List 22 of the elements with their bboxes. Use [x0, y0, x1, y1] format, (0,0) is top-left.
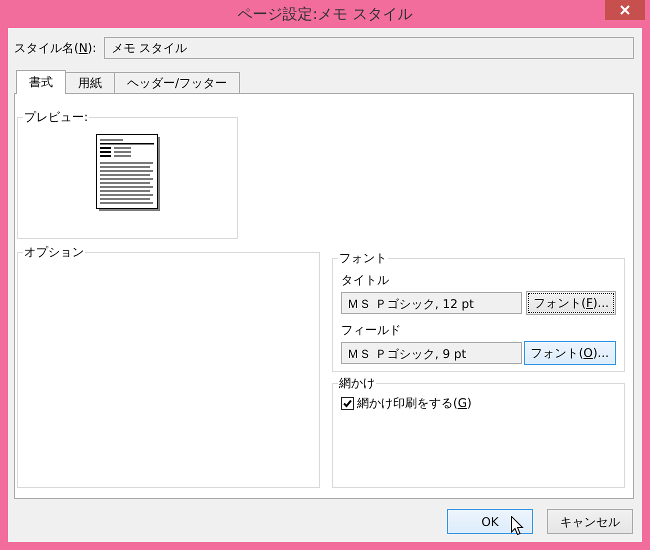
dialog-button[interactable]: OK	[447, 509, 533, 534]
tab[interactable]: ヘッダー/フッター	[114, 72, 240, 93]
checkbox-label: 網かけ印刷をする(G)	[357, 395, 472, 412]
font-value-field: ＭＳ Ｐゴシック, 9 pt	[341, 342, 522, 364]
checkbox[interactable]	[341, 396, 354, 410]
font-button[interactable]: フォント(F)...	[526, 291, 616, 315]
style-name-field[interactable]: メモ スタイル	[104, 37, 634, 59]
group-label: フォント	[338, 251, 388, 265]
close-button[interactable]	[605, 0, 645, 20]
group-label: オプション	[23, 245, 85, 259]
style-name-label: スタイル名(N):	[14, 40, 96, 57]
font-button[interactable]: フォント(O)...	[524, 341, 616, 365]
window-title: ページ設定:メモ スタイル	[238, 4, 412, 25]
field-label: タイトル	[341, 272, 390, 289]
dialog-button[interactable]: キャンセル	[547, 509, 633, 534]
cursor-icon	[511, 516, 524, 536]
tab[interactable]: 書式	[16, 70, 66, 94]
group-label: プレビュー:	[23, 110, 90, 124]
field-label: フィールド	[341, 322, 402, 339]
close-icon	[620, 5, 630, 15]
font-value-field: ＭＳ Ｐゴシック, 12 pt	[341, 292, 522, 314]
group-label: 網かけ	[338, 376, 376, 390]
